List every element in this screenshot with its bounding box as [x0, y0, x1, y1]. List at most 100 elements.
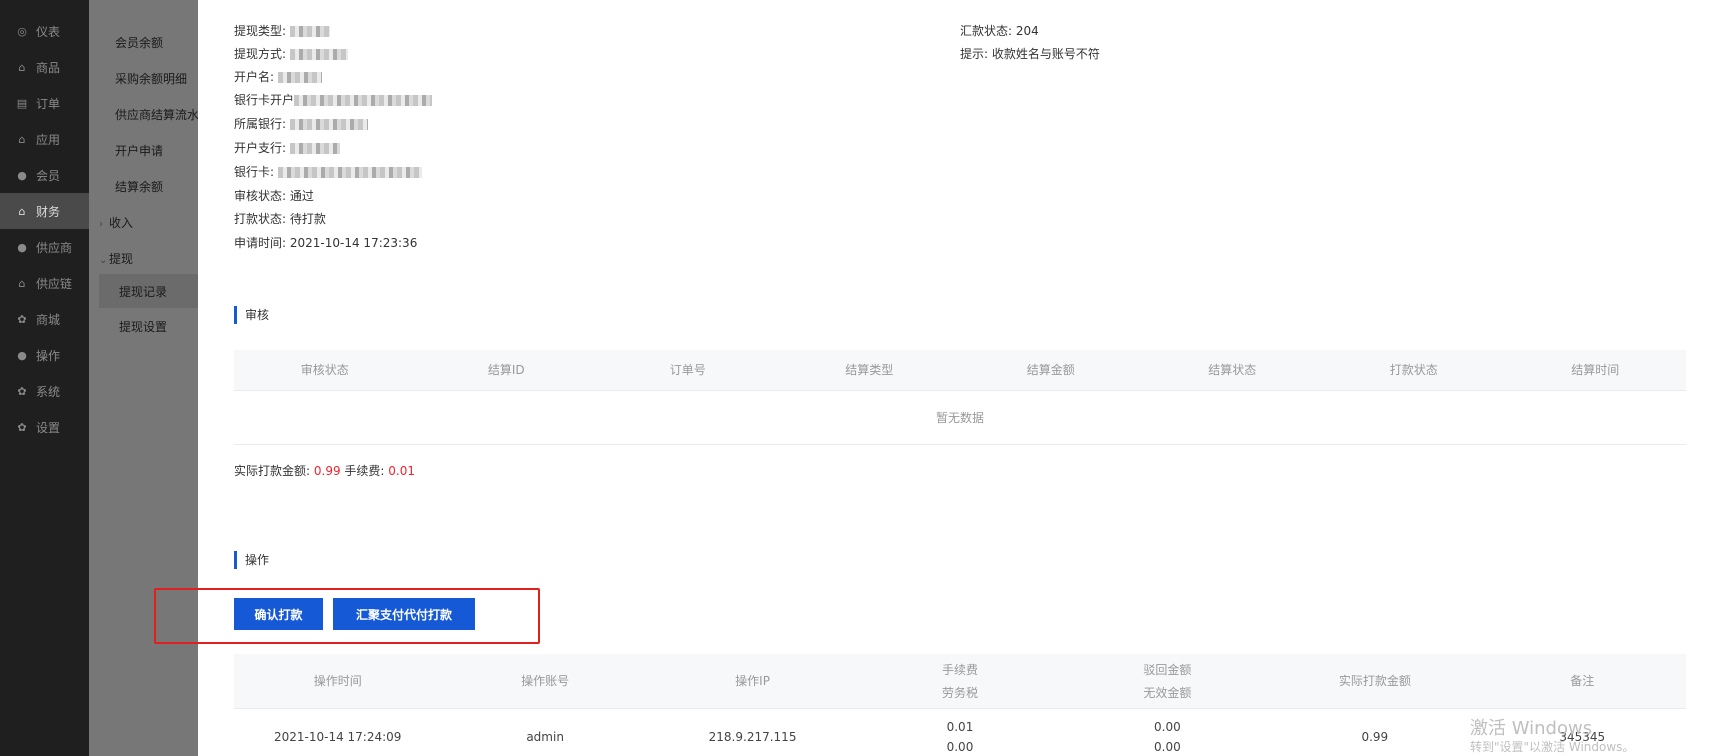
submenu-account-apply[interactable]: 开户申请	[115, 142, 163, 159]
submenu-member-balance[interactable]: 会员余额	[115, 34, 163, 51]
table-header-row: 操作时间 操作账号 操作IP 手续费 劳务税 驳回金额 无效金额 实际打款金额 备注	[234, 654, 1686, 709]
nav-item-apps[interactable]: ⌂ 应用	[0, 121, 89, 157]
cell-reject: 0.00 0.00	[1063, 708, 1272, 756]
nav-item-label: 财务	[36, 204, 61, 219]
column-header: 手续费 劳务税	[856, 654, 1064, 709]
actual-amount-value: 0.99	[313, 464, 341, 478]
main-nav: ◎ 仪表 ⌂ 商品 ▤ 订单 ⌂ 应用 ● 会员 ⌂ 财务 ● 供应商 ⌂ 供应链 ✿ 商城 ● 操…	[0, 0, 89, 756]
nav-item-mall[interactable]: ✿ 商城	[0, 301, 89, 337]
nav-item-products[interactable]: ⌂ 商品	[0, 49, 89, 85]
detail-pay-status: 打款状态: 待打款	[234, 212, 326, 226]
nav-item-orders[interactable]: ▤ 订单	[0, 85, 89, 121]
nav-item-label: 供应链	[36, 276, 73, 291]
submenu-withdraw-records[interactable]: 提现记录	[99, 274, 199, 308]
gear-icon: ✿	[17, 312, 27, 326]
detail-withdraw-type: 提现类型:	[234, 23, 330, 39]
column-header: 结算状态	[1141, 350, 1323, 391]
column-header: 审核状态	[234, 350, 416, 391]
actual-amount-line: 实际打款金额: 0.99 手续费: 0.01	[234, 464, 416, 478]
column-header: 驳回金额 无效金额	[1063, 654, 1272, 709]
column-header: 结算时间	[1504, 350, 1686, 391]
bag-icon: ⌂	[18, 60, 26, 74]
cell-account: admin	[441, 708, 649, 756]
nav-item-label: 系统	[36, 384, 61, 399]
nav-item-supply-chain[interactable]: ⌂ 供应链	[0, 265, 89, 301]
submenu-group-label: 收入	[109, 216, 134, 230]
bag-icon: ⌂	[18, 132, 26, 146]
cell-ip: 218.9.217.115	[648, 708, 857, 756]
user-icon: ●	[17, 168, 27, 182]
detail-bank: 所属银行:	[234, 116, 368, 132]
gauge-icon: ◎	[17, 24, 27, 38]
nav-item-label: 操作	[36, 348, 61, 363]
redacted-value	[289, 143, 340, 154]
column-header: 结算类型	[778, 350, 960, 391]
empty-text: 暂无数据	[234, 390, 1686, 445]
submenu-settlement-balance[interactable]: 结算余额	[115, 178, 163, 195]
redacted-value	[277, 72, 322, 83]
table-row: 2021-10-14 17:24:09 admin 218.9.217.115 …	[234, 708, 1686, 756]
detail-account-name: 开户名:	[234, 69, 322, 85]
nav-item-operations[interactable]: ● 操作	[0, 337, 89, 373]
operation-log-table: 操作时间 操作账号 操作IP 手续费 劳务税 驳回金额 无效金额 实际打款金额 备注…	[234, 654, 1686, 756]
nav-item-label: 设置	[36, 420, 61, 435]
nav-item-system[interactable]: ✿ 系统	[0, 373, 89, 409]
redacted-value	[289, 26, 330, 37]
detail-apply-time: 申请时间: 2021-10-14 17:23:36	[234, 236, 418, 250]
submenu-withdraw-settings[interactable]: 提现设置	[119, 318, 167, 335]
column-header: 操作账号	[441, 654, 649, 709]
column-header: 操作IP	[648, 654, 857, 709]
submenu-group-income[interactable]: › 收入	[99, 214, 133, 231]
redacted-value	[277, 167, 422, 178]
submenu-purchase-balance[interactable]: 采购余额明细	[115, 70, 187, 87]
column-header: 实际打款金额	[1271, 654, 1479, 709]
user-icon: ●	[17, 348, 27, 362]
windows-activation-watermark: 激活 Windows 转到"设置"以激活 Windows。	[1470, 718, 1635, 754]
nav-item-finance[interactable]: ⌂ 财务	[0, 193, 89, 229]
fee-value: 0.01	[388, 464, 416, 478]
submenu-group-label: 提现	[109, 252, 134, 266]
nav-item-label: 仪表	[36, 24, 61, 39]
gear-icon: ✿	[17, 420, 27, 434]
clipboard-icon: ▤	[16, 96, 28, 110]
redacted-value	[289, 49, 348, 60]
submenu-supplier-settlement[interactable]: 供应商结算流水	[115, 106, 199, 123]
nav-item-label: 商品	[36, 60, 61, 75]
user-icon: ●	[17, 240, 27, 254]
column-header: 操作时间	[234, 654, 442, 709]
column-header: 备注	[1478, 654, 1686, 709]
submenu-group-withdraw[interactable]: ⌄ 提现	[99, 250, 133, 267]
table-empty-row: 暂无数据	[234, 390, 1686, 445]
nav-item-label: 会员	[36, 168, 61, 183]
nav-item-settings[interactable]: ✿ 设置	[0, 409, 89, 445]
section-title-audit: 审核	[234, 306, 269, 324]
column-header: 结算ID	[415, 350, 597, 391]
section-title-operation: 操作	[234, 551, 269, 569]
gear-icon: ✿	[17, 384, 27, 398]
cell-actual: 0.99	[1271, 708, 1479, 756]
detail-card: 银行卡:	[234, 164, 422, 180]
highlight-annotation-box	[154, 588, 540, 644]
nav-item-dashboard[interactable]: ◎ 仪表	[0, 13, 89, 49]
nav-item-label: 订单	[36, 96, 61, 111]
nav-item-suppliers[interactable]: ● 供应商	[0, 229, 89, 265]
detail-remit-status: 汇款状态: 204	[960, 24, 1039, 38]
detail-withdraw-method: 提现方式:	[234, 46, 348, 62]
column-header: 订单号	[597, 350, 779, 391]
detail-tip: 提示: 收款姓名与账号不符	[960, 47, 1100, 61]
chevron-right-icon: ›	[99, 219, 103, 230]
column-header: 打款状态	[1323, 350, 1505, 391]
nav-item-label: 供应商	[36, 240, 73, 255]
bag-icon: ⌂	[18, 204, 26, 218]
nav-item-label: 应用	[36, 132, 61, 147]
detail-branch: 开户支行:	[234, 140, 340, 156]
cell-fee: 0.01 0.00	[856, 708, 1064, 756]
redacted-value	[294, 95, 433, 106]
detail-audit-status: 审核状态: 通过	[234, 189, 314, 203]
redacted-value	[289, 119, 368, 130]
audit-table: 审核状态 结算ID 订单号 结算类型 结算金额 结算状态 打款状态 结算时间 暂…	[234, 350, 1686, 445]
nav-item-label: 商城	[36, 312, 61, 327]
bag-icon: ⌂	[18, 276, 26, 290]
nav-item-members[interactable]: ● 会员	[0, 157, 89, 193]
cell-time: 2021-10-14 17:24:09	[234, 708, 442, 756]
